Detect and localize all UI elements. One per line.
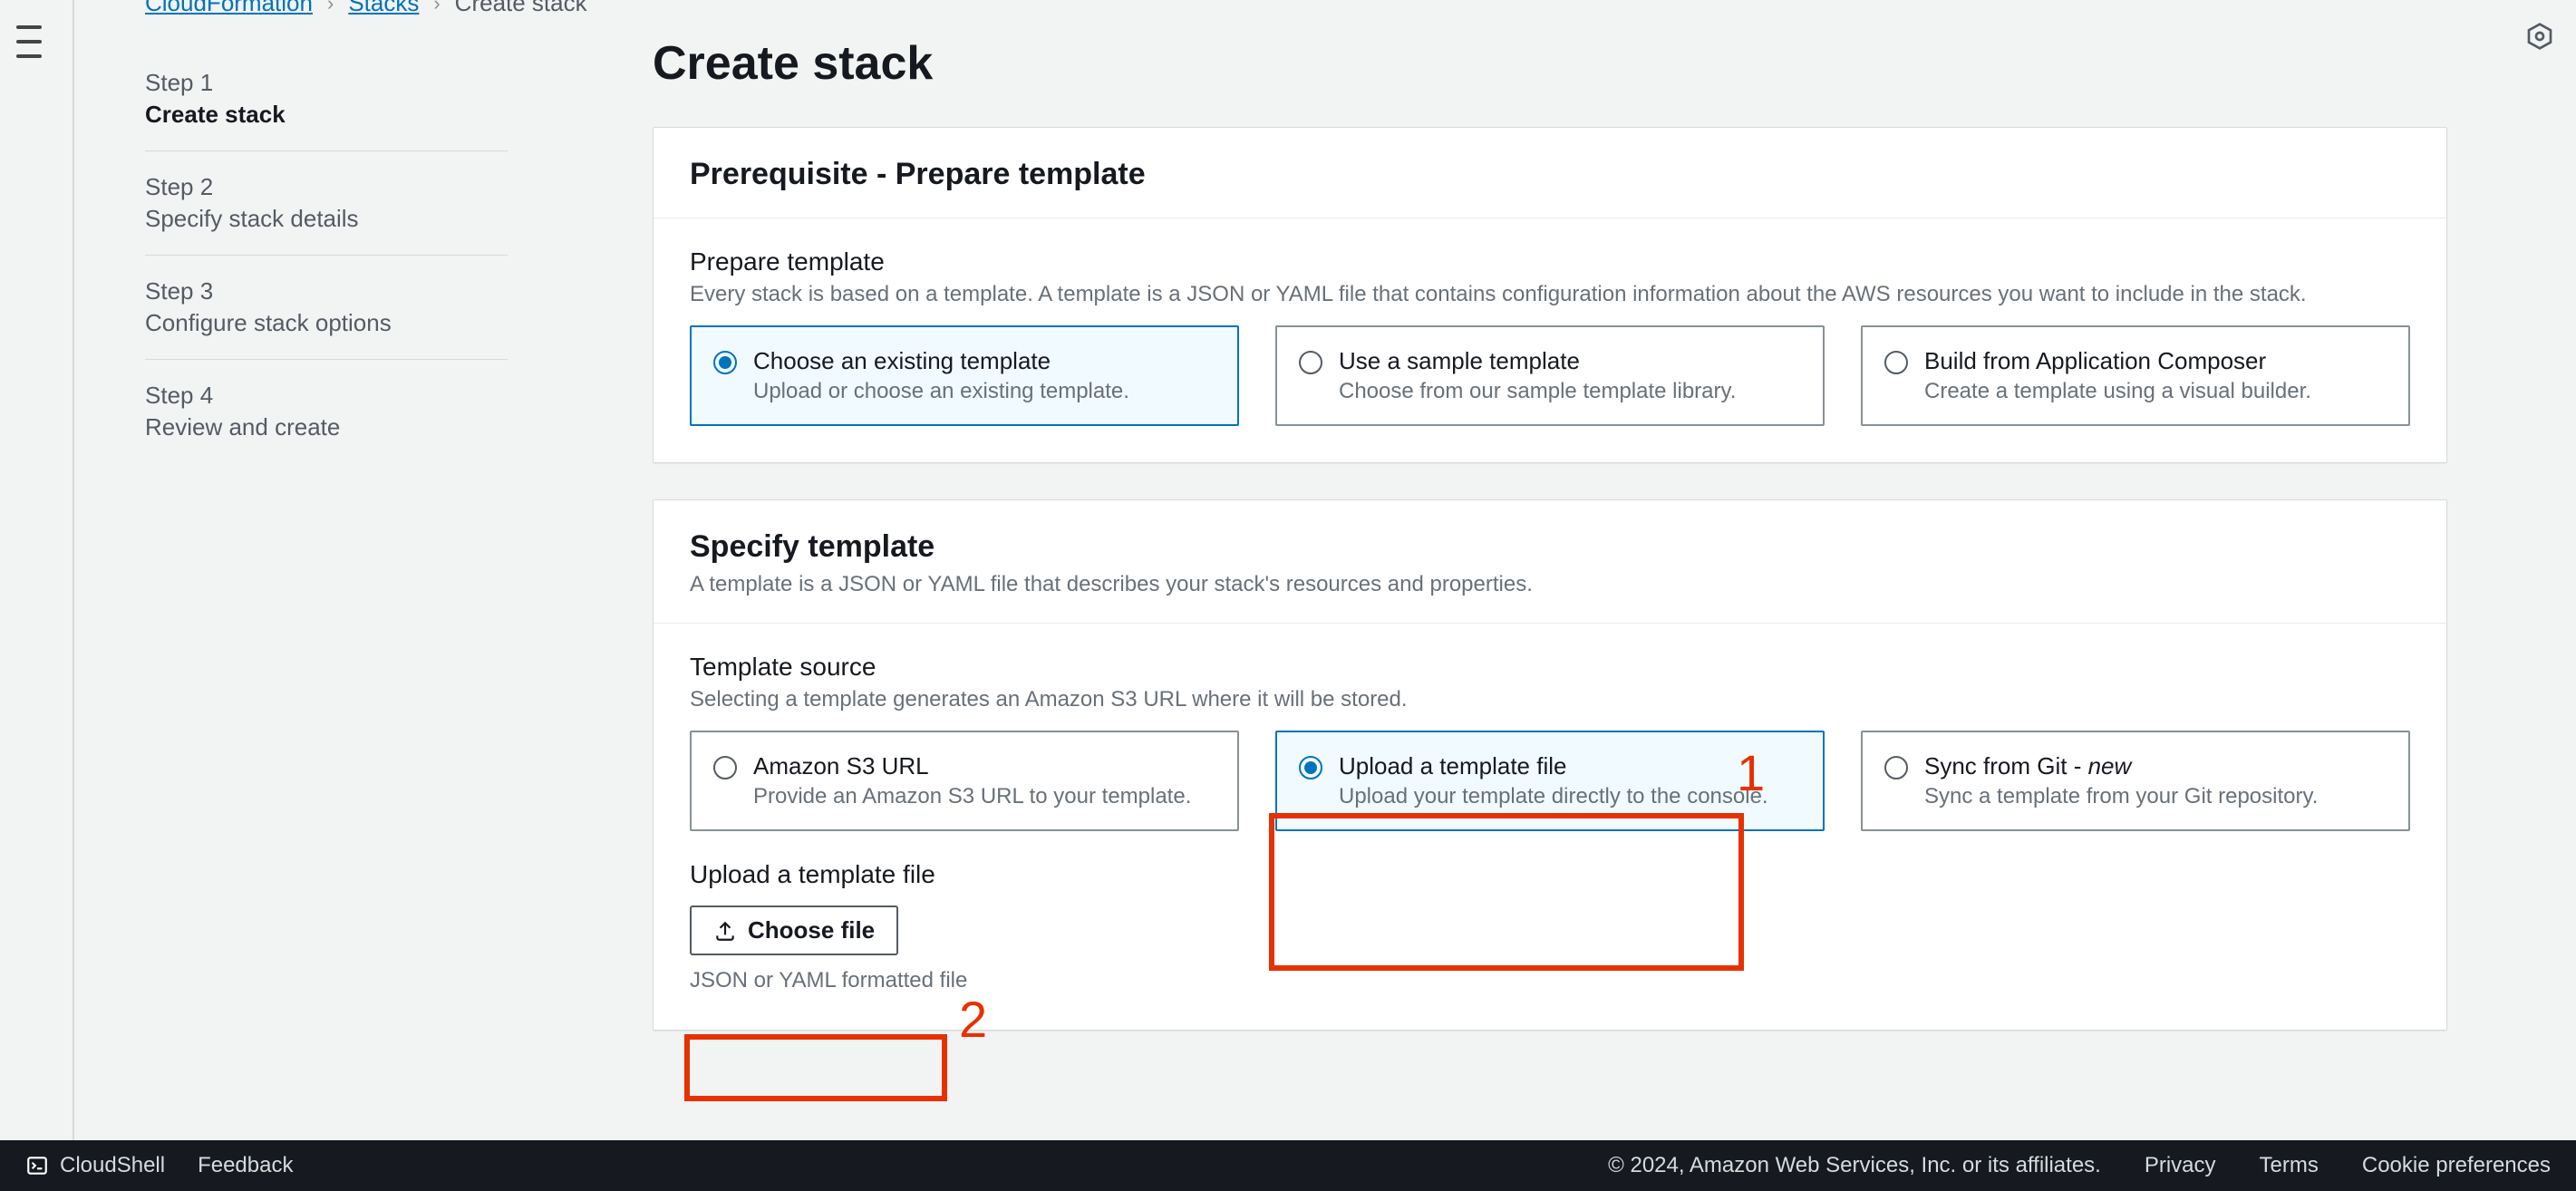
- wizard-steps: Step 1 Create stack Step 2 Specify stack…: [145, 47, 508, 463]
- upload-icon: [713, 919, 737, 943]
- radio-icon: [713, 351, 737, 374]
- breadcrumb-current: Create stack: [455, 0, 587, 17]
- radio-icon: [1299, 756, 1322, 779]
- specify-heading-desc: A template is a JSON or YAML file that d…: [690, 572, 2410, 597]
- step-2[interactable]: Step 2 Specify stack details: [145, 151, 508, 256]
- file-format-hint: JSON or YAML formatted file: [690, 968, 2410, 993]
- help-panel-icon[interactable]: [2525, 22, 2554, 51]
- step-3[interactable]: Step 3 Configure stack options: [145, 256, 508, 360]
- option-sample-template[interactable]: Use a sample template Choose from our sa…: [1275, 325, 1825, 426]
- feedback-link[interactable]: Feedback: [198, 1153, 293, 1178]
- option-application-composer[interactable]: Build from Application Composer Create a…: [1861, 325, 2410, 426]
- radio-icon: [1884, 756, 1908, 779]
- privacy-link[interactable]: Privacy: [2145, 1153, 2216, 1178]
- breadcrumb-stacks[interactable]: Stacks: [348, 0, 419, 17]
- template-source-desc: Selecting a template generates an Amazon…: [690, 687, 2410, 712]
- prepare-template-title: Prepare template: [690, 247, 2410, 276]
- option-sync-git[interactable]: Sync from Git - new Sync a template from…: [1861, 731, 2410, 831]
- copyright: © 2024, Amazon Web Services, Inc. or its…: [1608, 1153, 2101, 1178]
- specify-heading: Specify template: [690, 529, 2410, 565]
- breadcrumb: CloudFormation › Stacks › Create stack: [145, 0, 587, 17]
- chevron-right-icon: ›: [433, 0, 440, 15]
- cloudshell-button[interactable]: CloudShell: [25, 1153, 165, 1178]
- upload-label: Upload a template file: [690, 860, 2410, 889]
- radio-icon: [713, 756, 737, 779]
- footer: CloudShell Feedback © 2024, Amazon Web S…: [0, 1140, 2576, 1191]
- page-title: Create stack: [653, 36, 2447, 91]
- sidebar-divider: [73, 0, 74, 1140]
- radio-icon: [1884, 351, 1908, 374]
- step-1[interactable]: Step 1 Create stack: [145, 47, 508, 151]
- prerequisite-panel: Prerequisite - Prepare template Prepare …: [653, 127, 2447, 463]
- option-s3-url[interactable]: Amazon S3 URL Provide an Amazon S3 URL t…: [690, 731, 1239, 831]
- step-4[interactable]: Step 4 Review and create: [145, 360, 508, 463]
- chevron-right-icon: ›: [327, 0, 334, 15]
- cloudshell-icon: [25, 1154, 49, 1177]
- option-upload-file[interactable]: Upload a template file Upload your templ…: [1275, 731, 1825, 831]
- option-existing-template[interactable]: Choose an existing template Upload or ch…: [690, 325, 1239, 426]
- choose-file-button[interactable]: Choose file: [690, 905, 898, 955]
- breadcrumb-cloudformation[interactable]: CloudFormation: [145, 0, 313, 17]
- prerequisite-heading: Prerequisite - Prepare template: [690, 157, 2410, 192]
- specify-template-panel: Specify template A template is a JSON or…: [653, 499, 2447, 1031]
- terms-link[interactable]: Terms: [2260, 1153, 2319, 1178]
- prepare-template-desc: Every stack is based on a template. A te…: [690, 282, 2410, 307]
- template-source-title: Template source: [690, 653, 2410, 682]
- cookie-preferences-link[interactable]: Cookie preferences: [2362, 1153, 2551, 1178]
- radio-icon: [1299, 351, 1322, 374]
- hamburger-menu-icon[interactable]: [16, 25, 49, 58]
